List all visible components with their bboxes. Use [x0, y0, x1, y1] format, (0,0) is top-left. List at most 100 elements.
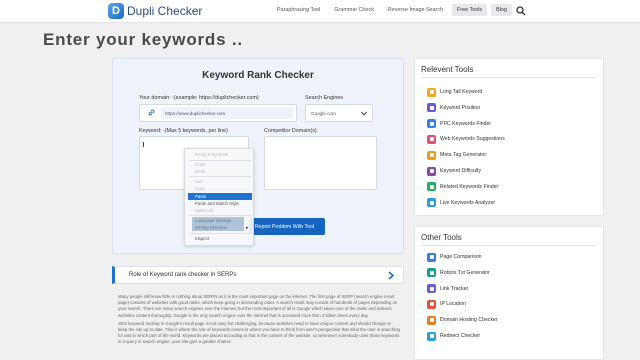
sidebar-tool-label: Page Comparison	[440, 254, 482, 260]
card-body: Keyword Rank Checker Your domain: -(exam…	[113, 59, 403, 253]
sidebar-tool-label: Link Tracker	[440, 285, 469, 292]
sidebar-tool-label: Long Tail Keyword	[440, 89, 483, 95]
menu-item-emoji-symbols[interactable]: Emoji & Symbols	[195, 152, 228, 157]
faq-accordion[interactable]: Role of Keyword rank checker in SERPs	[112, 266, 404, 284]
icon-glyph	[429, 334, 434, 338]
icon-glyph	[429, 169, 434, 173]
sidebar-tool-item[interactable]: Link Tracker	[427, 284, 468, 294]
other-tools-panel: Other Tools Page Comparison Robots Txt Ge…	[414, 226, 604, 360]
sidebar-tool-label: Keyword Position	[440, 104, 481, 111]
sidebar-tool-item[interactable]: Robots Txt Generator	[427, 268, 490, 278]
link-tracker-icon	[427, 284, 436, 294]
menu-item-redo[interactable]: Redo	[195, 169, 206, 174]
menu-separator	[189, 160, 251, 161]
icon-glyph	[429, 286, 434, 291]
site-logo[interactable]: D Dupli Checker	[108, 2, 202, 20]
nav-free-tools[interactable]: Free Tools	[452, 4, 488, 16]
sidebar-tool-label: Keyword Difficulty	[440, 168, 482, 174]
article-paragraph: Many people still know little or nothing…	[118, 294, 398, 318]
domain-label: Your domain: -(example: https://dupliche…	[139, 95, 259, 101]
sidebar-tool-label: Meta Tag Generator	[440, 152, 487, 159]
sidebar-tool-item[interactable]: Keyword Position	[427, 103, 480, 113]
domain-hosting-icon	[427, 315, 436, 325]
live-keywords-icon	[427, 198, 436, 208]
search-engines-label: Search Engines	[305, 95, 344, 101]
competitor-textarea[interactable]	[264, 136, 377, 190]
sidebar-tool-label: Domain Hosting Checker	[440, 317, 498, 324]
keyword-rank-checker-card: Keyword Rank Checker Your domain: -(exam…	[112, 58, 404, 254]
menu-item-copy[interactable]: Copy	[195, 186, 205, 191]
tool-title: Keyword Rank Checker	[202, 70, 314, 81]
page-title: Enter your keywords ..	[43, 30, 243, 49]
nav-paraphrasing-tool[interactable]: Paraphrasing Tool	[272, 4, 325, 16]
icon-glyph	[429, 137, 434, 142]
keyword-label: Keyword: -(Max 5 keywords, per line)	[139, 128, 228, 134]
web-keywords-icon	[427, 134, 436, 144]
sidebar-tool-item[interactable]: Long Tail Keyword	[427, 87, 482, 97]
sidebar-tool-label: Live Keywords Analyzer	[440, 199, 496, 206]
logo-text: Dupli Checker	[127, 4, 203, 18]
icon-glyph	[429, 184, 434, 189]
menu-item-select-all[interactable]: Select All	[195, 208, 213, 213]
context-menu: Emoji & Symbols Undo Redo Cut Copy Paste…	[184, 148, 254, 246]
menu-separator	[189, 233, 251, 234]
main-nav: Paraphrasing Tool Grammar Check Reverse …	[272, 4, 516, 16]
panel-divider	[421, 245, 597, 246]
nav-grammar-check[interactable]: Grammar Check	[329, 4, 379, 16]
icon-glyph	[429, 105, 434, 110]
sidebar-tool-label: Redirect Checker	[440, 333, 481, 339]
search-icon[interactable]	[516, 6, 526, 16]
sidebar-tool-item[interactable]: Live Keywords Analyzer	[427, 198, 495, 208]
keyword-difficulty-icon	[427, 166, 436, 176]
domain-input[interactable]	[161, 107, 293, 119]
sidebar-tool-label: IP Location	[440, 301, 466, 308]
icon-glyph	[429, 255, 434, 259]
menu-item-paste-match-style[interactable]: Paste and Match Style	[195, 201, 239, 206]
sidebar-tool-item[interactable]: Related Keywords Finder	[427, 182, 498, 192]
sidebar-tool-item[interactable]: Meta Tag Generator	[427, 150, 486, 160]
sidebar-tool-item[interactable]: PPC Keywords Finder	[427, 119, 491, 129]
menu-item-inspect[interactable]: Inspect	[195, 236, 209, 241]
sidebar-tool-label: Related Keywords Finder	[440, 183, 499, 190]
logo-mark-icon: D	[108, 3, 124, 19]
long-tail-keyword-icon	[427, 87, 436, 97]
sidebar-tool-label: PPC Keywords Finder	[440, 120, 492, 127]
competitor-label: Competitor Domain(s)	[264, 128, 317, 134]
top-navbar: D Dupli Checker Paraphrasing Tool Gramma…	[0, 0, 640, 23]
sidebar-tool-item[interactable]: Page Comparison	[427, 252, 482, 262]
relevent-tools-panel: Relevent Tools Long Tail Keyword Keyword …	[414, 58, 604, 216]
icon-glyph	[429, 302, 434, 307]
article-body: Many people still know little or nothing…	[118, 294, 400, 348]
chevron-down-icon	[361, 111, 367, 116]
keyword-position-icon	[427, 103, 436, 113]
page-comparison-icon	[427, 252, 436, 262]
icon-glyph	[429, 318, 434, 323]
sidebar-tool-item[interactable]: IP Location	[427, 299, 466, 309]
redirect-checker-icon	[427, 331, 436, 341]
related-keywords-icon	[427, 182, 436, 192]
menu-item-cut[interactable]: Cut	[195, 179, 202, 184]
menu-separator	[189, 176, 251, 177]
submenu-arrow-icon: ▸	[246, 225, 249, 231]
sidebar-tool-item[interactable]: Domain Hosting Checker	[427, 315, 498, 325]
icon-glyph	[429, 121, 434, 126]
other-tools-title: Other Tools	[421, 233, 462, 242]
sidebar-tool-item[interactable]: Web Keywords Suggestions	[427, 134, 505, 144]
icon-glyph	[429, 90, 434, 94]
report-problem-button[interactable]: Report Problem With Tool	[249, 218, 325, 235]
sidebar-tool-item[interactable]: Keyword Difficulty	[427, 166, 481, 176]
nav-blog[interactable]: Blog	[491, 4, 512, 16]
ppc-keywords-icon	[427, 119, 436, 129]
icon-glyph	[429, 270, 434, 275]
menu-item-paste[interactable]: Paste	[195, 194, 206, 199]
article-paragraph: SEO keyword ranking in Google's result p…	[118, 320, 400, 345]
search-engine-select[interactable]: Google.com	[305, 104, 373, 122]
sidebar-tool-label: Robots Txt Generator	[440, 269, 490, 276]
ip-location-icon	[427, 299, 436, 309]
nav-reverse-image-search[interactable]: Reverse Image Search	[383, 4, 448, 16]
menu-item-undo[interactable]: Undo	[195, 162, 206, 167]
link-icon	[148, 109, 155, 116]
text-caret	[143, 142, 144, 147]
sidebar-tool-item[interactable]: Redirect Checker	[427, 331, 480, 341]
icon-glyph	[429, 153, 434, 158]
